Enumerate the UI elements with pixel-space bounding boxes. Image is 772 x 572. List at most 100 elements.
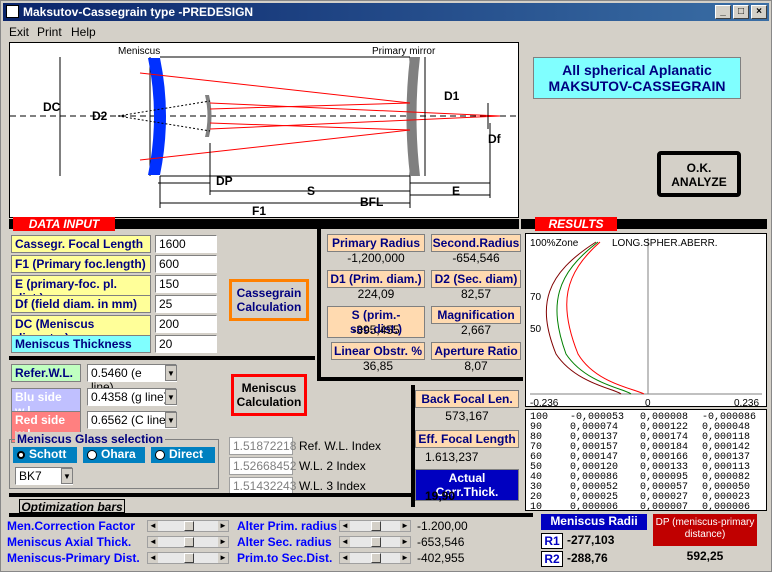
opt-rule	[9, 493, 411, 497]
arrow-right-icon[interactable]: ►	[400, 521, 410, 531]
scroll-thumb[interactable]	[184, 521, 194, 531]
arrow-left-icon[interactable]: ◄	[148, 537, 158, 547]
wl2-index-value[interactable]: 1.52668452	[229, 457, 296, 475]
magnification-value: 2,667	[460, 323, 492, 337]
linear-obstr-label: Linear Obstr. %	[331, 342, 425, 360]
refer-wl-label: Refer.W.L.	[11, 364, 81, 382]
optimization-title: Optimization bars	[19, 499, 125, 514]
label-meniscus: Meniscus	[118, 46, 160, 57]
app-icon	[6, 5, 19, 18]
scroll-thumb[interactable]	[371, 553, 381, 563]
prim-sec-dist-label: Prim.to Sec.Dist.	[237, 551, 333, 565]
ref-index-value[interactable]: 1.51872218	[229, 437, 296, 455]
label-d1: D1	[444, 89, 460, 103]
close-icon[interactable]: ×	[751, 5, 767, 19]
alter-sec-scrollbar[interactable]: ◄ ►	[339, 536, 411, 548]
zone-label: 100%Zone	[530, 238, 579, 249]
chevron-down-icon[interactable]: ▼	[165, 412, 177, 428]
df-input[interactable]: 25	[155, 295, 217, 313]
label-d2: D2	[92, 109, 108, 123]
men-correction-scrollbar[interactable]: ◄ ►	[147, 520, 229, 532]
radio-unchecked-icon	[155, 450, 165, 460]
focal-length-input[interactable]: 1600	[155, 235, 217, 253]
primary-radius-value: -1,200,000	[347, 251, 405, 265]
arrow-right-icon[interactable]: ►	[218, 521, 228, 531]
aplanatic-banner: All spherical Aplanatic MAKSUTOV-CASSEGR…	[533, 57, 741, 99]
primary-mirror	[406, 57, 420, 176]
arrow-left-icon[interactable]: ◄	[340, 521, 350, 531]
alter-prim-scrollbar[interactable]: ◄ ►	[339, 520, 411, 532]
data-input-header: DATA INPUT	[13, 217, 115, 231]
dc-input[interactable]: 200	[155, 315, 217, 333]
magnification-label: Magnification	[431, 306, 521, 324]
arrow-left-icon[interactable]: ◄	[340, 537, 350, 547]
scroll-thumb[interactable]	[184, 537, 194, 547]
arrow-left-icon[interactable]: ◄	[148, 521, 158, 531]
ok-analyze-button[interactable]: O.K. ANALYZE	[657, 151, 741, 197]
aberration-value-cell: 0,000006	[570, 502, 619, 513]
aberration-plot: 100%Zone LONG.SPHER.ABERR. 70 50 -0,236 …	[525, 233, 767, 409]
aberration-value-cell: 0,000006	[702, 502, 751, 513]
d2-value: 82,57	[460, 287, 492, 301]
menu-exit[interactable]: Exit	[9, 25, 29, 39]
opt-rule-2	[9, 513, 533, 517]
xmid-tick: 0	[645, 398, 651, 406]
xmax-tick: 0,236	[734, 398, 759, 406]
meniscus-calculation-button[interactable]: Meniscus Calculation	[231, 374, 307, 416]
alter-sec-label: Alter Sec. radius	[237, 535, 332, 549]
diagram-svg: Meniscus Primary mirror DC D2 D1 Df DP S…	[10, 46, 518, 218]
f1-input[interactable]: 600	[155, 255, 217, 273]
label-f1: F1	[252, 204, 266, 217]
chevron-down-icon[interactable]: ▼	[61, 468, 73, 484]
efl-label: Eff. Focal Length	[415, 430, 519, 448]
arrow-right-icon[interactable]: ►	[218, 553, 228, 563]
e-input[interactable]: 150	[155, 275, 217, 293]
s-value: -395,455	[352, 323, 400, 337]
banner-line2: MAKSUTOV-CASSEGRAIN	[548, 78, 726, 94]
r2-label: R2	[541, 551, 563, 567]
cassegrain-calculation-button[interactable]: Cassegrain Calculation	[229, 279, 309, 321]
chevron-down-icon[interactable]: ▼	[165, 389, 177, 405]
glass-selection-title: Meniscus Glass selection	[15, 432, 166, 446]
arrow-right-icon[interactable]: ►	[400, 553, 410, 563]
thickness-input[interactable]: 20	[155, 335, 217, 353]
meniscus-primary-scrollbar[interactable]: ◄ ►	[147, 552, 229, 564]
refer-wl-select[interactable]: 0.5460 (e line)	[87, 364, 177, 394]
alter-prim-value: -1.200,00	[417, 519, 468, 533]
menu-print[interactable]: Print	[37, 25, 62, 39]
plot-title: LONG.SPHER.ABERR.	[612, 238, 718, 249]
label-bfl: BFL	[360, 195, 383, 209]
prim-sec-dist-scrollbar[interactable]: ◄ ►	[339, 552, 411, 564]
maximize-icon[interactable]: □	[733, 5, 749, 19]
prim-sec-dist-value: -402,955	[417, 551, 465, 565]
arrow-right-icon[interactable]: ►	[218, 537, 228, 547]
primary-radius-label: Primary Radius	[327, 234, 425, 252]
minimize-icon[interactable]: _	[715, 5, 731, 19]
analyze-label: ANALYZE	[671, 175, 727, 189]
menu-help[interactable]: Help	[71, 25, 96, 39]
aperture-ratio-label: Aperture Ratio	[431, 342, 521, 360]
scroll-thumb[interactable]	[371, 521, 381, 531]
bfl-value: 573,167	[445, 409, 489, 423]
red-wl-select[interactable]: 0.6562 (C line)	[87, 411, 177, 429]
results-header: RESULTS	[535, 217, 617, 231]
y70-tick: 70	[530, 292, 542, 303]
main-window: Maksutov-Cassegrain type -PREDESIGN _ □ …	[0, 0, 772, 572]
label-primary-mirror: Primary mirror	[372, 46, 436, 57]
second-radius-value: -654,546	[452, 251, 500, 265]
chevron-down-icon[interactable]: ▼	[165, 365, 177, 381]
arrow-left-icon[interactable]: ◄	[340, 553, 350, 563]
arrow-left-icon[interactable]: ◄	[148, 553, 158, 563]
blu-wl-select[interactable]: 0.4358 (g line)	[87, 388, 177, 406]
d1-label: D1 (Prim. diam.)	[327, 270, 425, 288]
menu-bar: Exit Print Help	[3, 22, 769, 40]
scroll-thumb[interactable]	[184, 553, 194, 563]
aberration-table: 100 -0,000053 0,000008 -0,000086 90 0,000074 0…	[525, 409, 767, 513]
arrow-right-icon[interactable]: ►	[400, 537, 410, 547]
alter-sec-value: -653,546	[417, 535, 465, 549]
axial-thick-scrollbar[interactable]: ◄ ►	[147, 536, 229, 548]
bfl-label: Back Focal Len.	[415, 390, 519, 408]
aperture-ratio-value: 8,07	[464, 359, 488, 373]
ref-index-label: Ref. W.L. Index	[299, 439, 382, 453]
scroll-thumb[interactable]	[371, 537, 381, 547]
